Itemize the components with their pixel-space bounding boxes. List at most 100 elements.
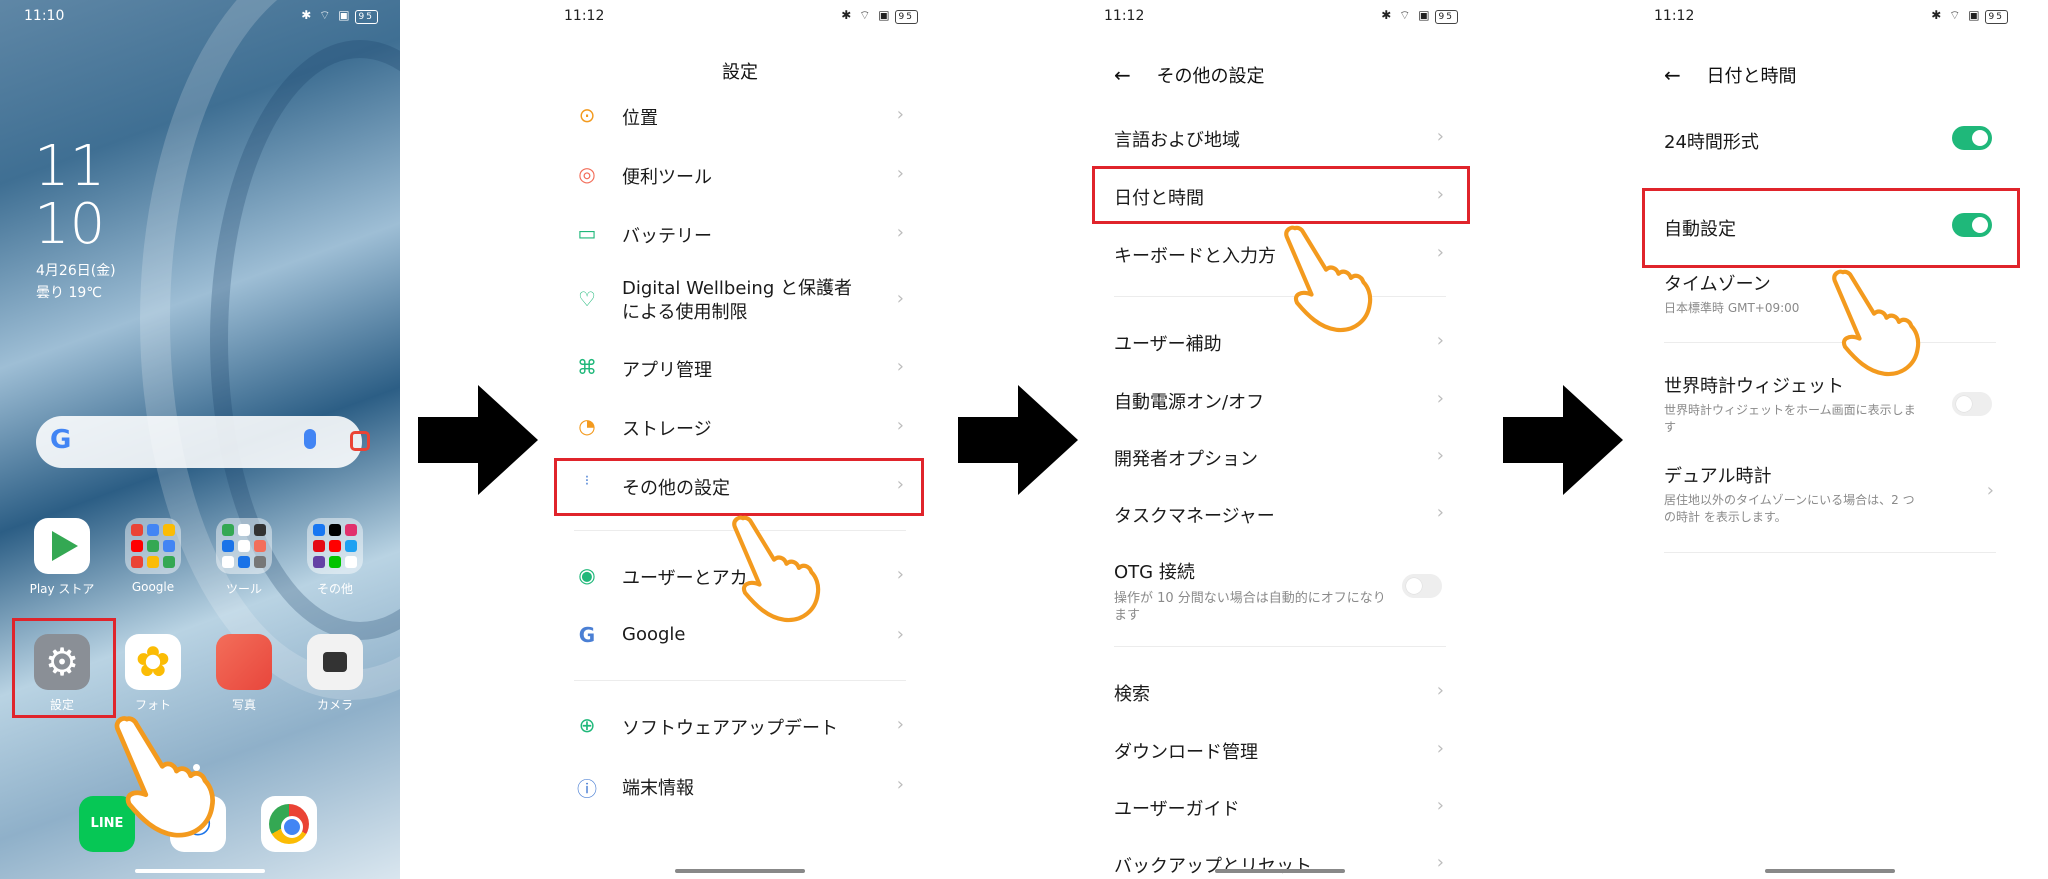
users-icon: ◉ (578, 563, 596, 587)
chevron-right-icon: › (1436, 126, 1444, 147)
google-search-bar[interactable]: G (36, 416, 370, 468)
item-label: ユーザー補助 (1114, 334, 1222, 355)
status-time: 11:10 (24, 8, 65, 24)
item-label: ユーザーガイド (1114, 799, 1240, 820)
app-label: カメラ (316, 698, 353, 712)
pointing-hand-icon (1832, 269, 1921, 376)
status-bar: 11:10 ✱ ⌔ ▣ 95 (0, 0, 400, 34)
item-backup-reset[interactable]: バックアップとリセット › (1114, 852, 1446, 878)
otg-toggle[interactable] (1402, 574, 1442, 598)
item-label: バッテリー (622, 226, 712, 247)
item-label: 開発者オプション (1114, 449, 1258, 470)
back-arrow-icon[interactable]: ← (1114, 63, 1131, 87)
item-label: 自動電源オン/オフ (1114, 392, 1265, 413)
pointing-hand-icon (1284, 225, 1373, 332)
status-icons: ✱ ⌔ ▣ 95 (1931, 8, 2008, 24)
app-camera[interactable]: カメラ (295, 634, 375, 713)
item-task-manager[interactable]: タスクマネージャー › (1114, 502, 1446, 528)
chevron-right-icon: › (1436, 680, 1444, 701)
other-folder-icon (307, 518, 363, 574)
divider (1114, 646, 1446, 647)
item-user-guide[interactable]: ユーザーガイド › (1114, 795, 1446, 821)
item-search[interactable]: 検索 › (1114, 680, 1446, 706)
highlight-box (12, 618, 116, 718)
divider (574, 680, 906, 681)
photos-icon (125, 634, 181, 690)
status-time: 11:12 (1654, 8, 1695, 24)
settings-item-storage[interactable]: ◔ ストレージ › (578, 414, 906, 441)
item-label: アプリ管理 (622, 360, 712, 381)
highlight-box (1642, 188, 2020, 268)
item-auto-power[interactable]: 自動電源オン/オフ › (1114, 388, 1446, 414)
chevron-right-icon: › (896, 415, 904, 436)
page-title: その他の設定 (1156, 66, 1265, 87)
item-label: 端末情報 (622, 778, 694, 799)
google-lens-icon[interactable] (350, 431, 370, 451)
page-header: ← 日付と時間 (1664, 62, 1797, 88)
chevron-right-icon: › (896, 356, 904, 377)
highlight-box (1092, 166, 1470, 224)
app-google-folder[interactable]: Google (113, 518, 193, 594)
chevron-right-icon: › (896, 624, 904, 645)
tools-folder-icon (216, 518, 272, 574)
status-icons: ✱ ⌔ ▣ 95 (301, 8, 378, 24)
item-label: タイムゾーン (1664, 274, 1771, 295)
settings-item-battery[interactable]: ▭ バッテリー › (578, 221, 906, 248)
chrome-icon[interactable] (261, 796, 317, 852)
chevron-right-icon: › (896, 564, 904, 585)
right-arrow-icon (958, 385, 1078, 495)
right-arrow-icon (418, 385, 538, 495)
battery-setting-icon: ▭ (577, 221, 597, 245)
wellbeing-icon: ♡ (578, 287, 596, 311)
gesture-bar (675, 869, 805, 873)
clock-minute: 10 (34, 192, 106, 257)
settings-item-tools[interactable]: ◎ 便利ツール › (578, 162, 906, 189)
item-otg[interactable]: OTG 接続 操作が 10 分間ない場合は自動的にオフになります (1114, 558, 1446, 624)
item-label: バックアップとリセット (1114, 856, 1312, 877)
date-time-panel: 11:12 ✱ ⌔ ▣ 95 ← 日付と時間 24時間形式 自動設定 タイムゾーン… (1630, 0, 2030, 879)
world-clock-toggle[interactable] (1952, 392, 1992, 416)
tools-icon: ◎ (578, 162, 596, 186)
settings-item-apps[interactable]: ⌘ アプリ管理 › (577, 355, 906, 382)
gallery-icon (216, 634, 272, 690)
24-hour-toggle[interactable] (1952, 126, 1992, 150)
status-time: 11:12 (1104, 8, 1145, 24)
settings-item-google[interactable]: G Google › (579, 623, 906, 647)
back-arrow-icon[interactable]: ← (1664, 63, 1681, 87)
settings-item-wellbeing[interactable]: ♡ Digital Wellbeing と保護者による使用制限 › (578, 277, 906, 325)
item-download-manager[interactable]: ダウンロード管理 › (1114, 738, 1446, 764)
home-screen-panel: 11:10 ✱ ⌔ ▣ 95 11 10 4月26日(金) 曇り 19℃ G Pl… (0, 0, 400, 879)
item-developer-options[interactable]: 開発者オプション › (1114, 445, 1446, 471)
app-gallery[interactable]: 写真 (204, 634, 284, 713)
app-label: 写真 (231, 698, 256, 712)
item-label: ソフトウェアアップデート (622, 718, 838, 739)
item-label: 位置 (622, 108, 658, 129)
item-dual-clock[interactable]: デュアル時計 居住地以外のタイムゾーンにいる場合は、2 つの時計 を表示します。… (1664, 462, 1996, 526)
battery-icon: 95 (1434, 10, 1458, 24)
gesture-bar (1765, 869, 1895, 873)
status-icons: ✱ ⌔ ▣ 95 (841, 8, 918, 24)
settings-item-location[interactable]: ⊙ 位置 › (579, 103, 906, 130)
item-world-clock-widget[interactable]: 世界時計ウィジェット 世界時計ウィジェットをホーム画面に表示しま す (1664, 372, 1996, 436)
settings-item-software-update[interactable]: ⊕ ソフトウェアアップデート › (579, 713, 906, 740)
item-label: デュアル時計 (1664, 466, 1772, 487)
google-folder-icon (125, 518, 181, 574)
item-label: 便利ツール (622, 167, 712, 188)
clock-hour: 11 (34, 134, 106, 199)
status-bar: 11:12 ✱ ⌔ ▣ 95 (1630, 0, 2030, 34)
microphone-icon[interactable] (304, 429, 316, 449)
app-tools-folder[interactable]: ツール (204, 518, 284, 597)
item-24-hour[interactable]: 24時間形式 (1664, 126, 1996, 154)
settings-item-device-info[interactable]: ⓘ 端末情報 › (577, 774, 906, 801)
location-icon: ⊙ (578, 103, 596, 127)
update-icon: ⊕ (578, 713, 596, 737)
app-photos[interactable]: フォト (113, 634, 193, 713)
item-language-region[interactable]: 言語および地域 › (1114, 126, 1446, 152)
app-other-folder[interactable]: その他 (295, 518, 375, 597)
item-description: 居住地以外のタイムゾーンにいる場合は、2 つの時計 を表示します。 (1664, 493, 1915, 524)
item-label: ダウンロード管理 (1114, 742, 1258, 763)
app-play-store[interactable]: Play ストア (22, 518, 102, 597)
status-bar: 11:12 ✱ ⌔ ▣ 95 (540, 0, 940, 34)
camera-icon (307, 634, 363, 690)
page-title: 設定 (722, 62, 758, 83)
